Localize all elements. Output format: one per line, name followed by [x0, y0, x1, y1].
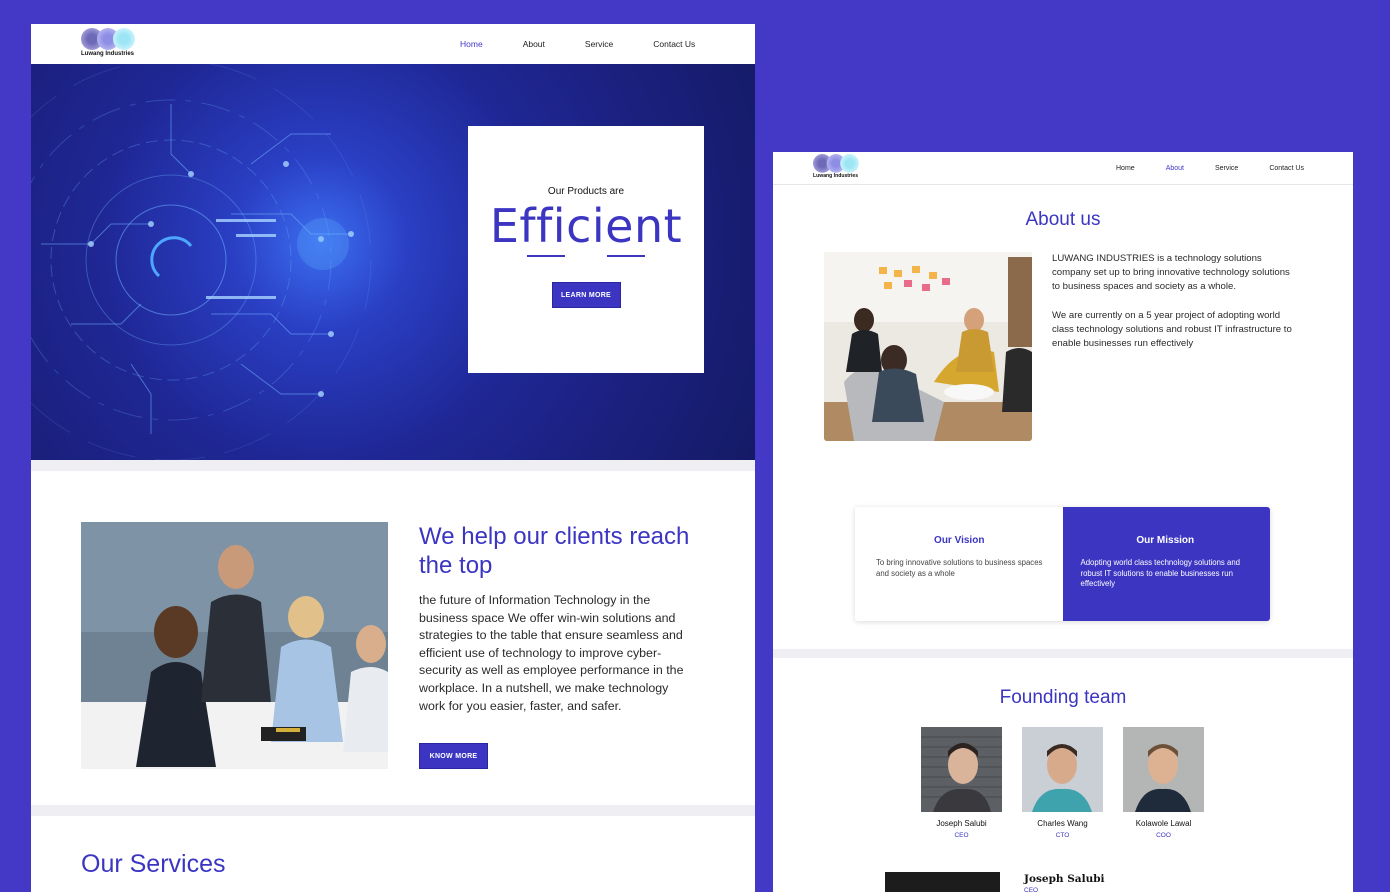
brand-name: Luwang Industries — [81, 51, 135, 57]
nav-contact[interactable]: Contact Us — [1269, 165, 1304, 172]
member-photo — [1123, 727, 1204, 812]
nav-about[interactable]: About — [1166, 165, 1184, 172]
vision-title: Our Vision — [934, 535, 985, 546]
nav-about[interactable]: About — [523, 39, 545, 49]
section-divider — [31, 805, 755, 816]
help-section-body: the future of Information Technology in … — [419, 593, 684, 713]
member-name: Charles Wang — [1037, 819, 1088, 828]
member-name: Joseph Salubi — [936, 819, 987, 828]
brand-logo[interactable]: Luwang Industries — [813, 154, 862, 179]
home-page-mockup: Luwang Industries Home About Service Con… — [31, 24, 755, 892]
about-navbar: Luwang Industries Home About Service Con… — [773, 152, 1353, 185]
nav-service[interactable]: Service — [585, 39, 613, 49]
learn-more-button[interactable]: LEARN MORE — [551, 282, 621, 308]
team-detail-name: Joseph Salubi — [1024, 873, 1105, 885]
team-detail-role: CEO — [1024, 887, 1039, 892]
member-role: CEO — [954, 832, 969, 839]
team-member-card[interactable]: Joseph Salubi CEO — [921, 727, 1002, 839]
hero-underline-decoration — [527, 255, 645, 257]
hero-pretitle: Our Products are — [547, 186, 625, 197]
vision-mission-card: Our Vision To bring innovative solutions… — [855, 507, 1270, 621]
about-title: About us — [1025, 209, 1101, 230]
section-divider — [773, 649, 1353, 658]
home-navbar: Luwang Industries Home About Service Con… — [31, 24, 755, 64]
member-role: CTO — [1055, 832, 1070, 839]
member-photo — [1022, 727, 1103, 812]
team-detail-photo — [885, 872, 1000, 892]
section-divider — [31, 460, 755, 471]
home-nav-links: Home About Service Contact Us — [460, 24, 695, 64]
nav-home[interactable]: Home — [1116, 165, 1135, 172]
help-section-title: We help our clients reach the top — [419, 523, 690, 579]
logo-mark-icon — [81, 28, 139, 50]
team-list: Joseph Salubi CEO Charles Wang CTO Kolaw… — [921, 727, 1204, 839]
brand-name: Luwang Industries — [813, 173, 859, 179]
services-title: Our Services — [81, 850, 226, 878]
nav-contact[interactable]: Contact Us — [653, 39, 695, 49]
about-page-mockup: Luwang Industries Home About Service Con… — [773, 152, 1353, 892]
mission-panel: Our Mission Adopting world class technol… — [1062, 507, 1270, 621]
about-paragraph-1: LUWANG INDUSTRIES is a technology soluti… — [1052, 253, 1290, 293]
about-nav-links: Home About Service Contact Us — [1116, 152, 1304, 185]
team-meeting-photo — [81, 522, 388, 769]
about-paragraph-2: We are currently on a 5 year project of … — [1052, 309, 1292, 350]
hero-headline: Efficient — [489, 199, 683, 253]
team-member-card[interactable]: Charles Wang CTO — [1022, 727, 1103, 839]
vision-panel: Our Vision To bring innovative solutions… — [855, 507, 1063, 621]
team-member-card[interactable]: Kolawole Lawal COO — [1123, 727, 1204, 839]
mission-text: Adopting world class technology solution… — [1080, 558, 1241, 588]
member-name: Kolawole Lawal — [1135, 819, 1192, 828]
member-role: COO — [1156, 832, 1171, 839]
know-more-button[interactable]: KNOW MORE — [419, 743, 488, 769]
brand-logo[interactable]: Luwang Industries — [81, 28, 139, 57]
vision-text: To bring innovative solutions to busines… — [876, 558, 1043, 578]
mission-title: Our Mission — [1136, 535, 1195, 546]
member-photo — [921, 727, 1002, 812]
logo-mark-icon — [813, 154, 862, 173]
hero-banner: Our Products are Efficient LEARN MORE — [31, 64, 755, 460]
founding-team-title: Founding team — [999, 687, 1127, 708]
nav-service[interactable]: Service — [1215, 165, 1238, 172]
office-meeting-photo — [824, 252, 1032, 441]
nav-home[interactable]: Home — [460, 39, 483, 49]
about-description: LUWANG INDUSTRIES is a technology soluti… — [1052, 252, 1297, 351]
hero-card: Our Products are Efficient LEARN MORE — [468, 126, 704, 373]
